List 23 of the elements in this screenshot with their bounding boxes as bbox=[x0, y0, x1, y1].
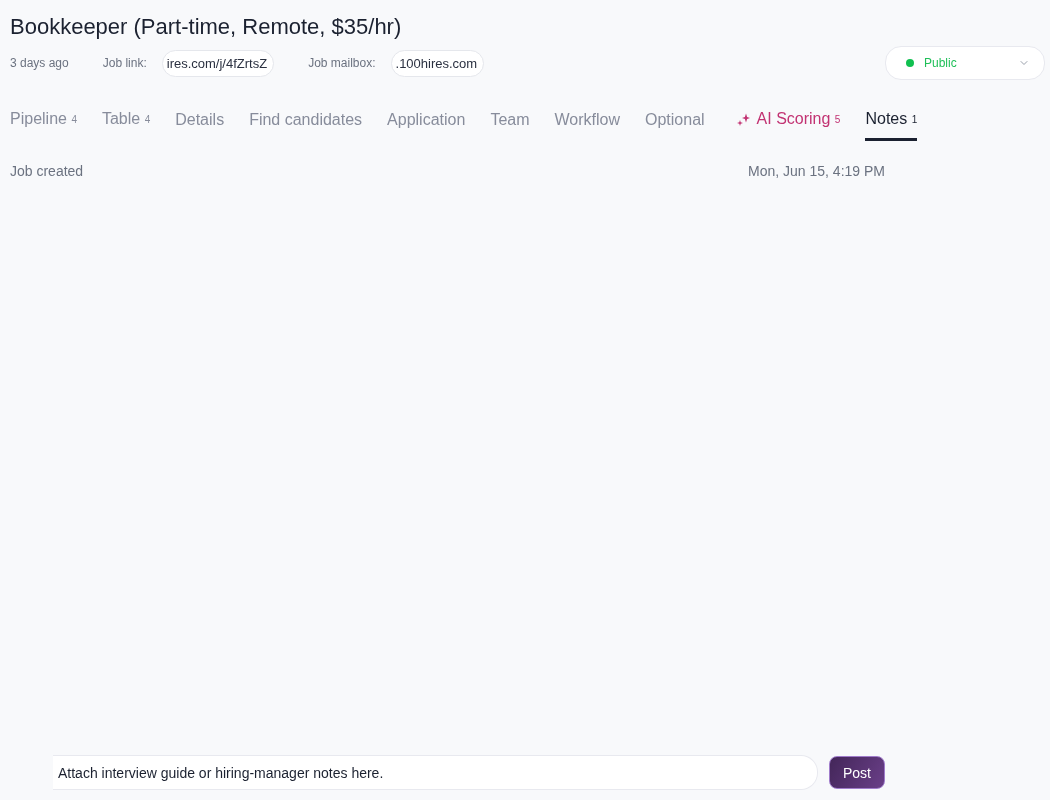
tab[interactable]: AI Scoring 5 bbox=[736, 108, 841, 141]
tab[interactable]: Team bbox=[490, 110, 530, 141]
tab[interactable]: Optional bbox=[645, 110, 705, 141]
tab[interactable]: Workflow bbox=[554, 110, 620, 141]
tab[interactable]: Table 4 bbox=[101, 108, 151, 141]
job-link-field[interactable]: ires.com/j/4fZrtsZ bbox=[161, 49, 275, 77]
field-label: Job link: bbox=[102, 56, 147, 70]
note-text: Job created bbox=[10, 162, 84, 180]
tab[interactable]: Find candidates bbox=[249, 110, 363, 141]
tab[interactable]: Notes 1 bbox=[865, 108, 918, 141]
posted-time: 3 days ago bbox=[10, 56, 69, 70]
tab[interactable]: Details bbox=[175, 110, 225, 141]
tab[interactable]: Pipeline 4 bbox=[10, 108, 77, 141]
status-dot-icon bbox=[906, 59, 914, 67]
sparkle-icon bbox=[736, 112, 750, 126]
post-button[interactable]: Post bbox=[829, 756, 885, 789]
note-time: Mon, Jun 15, 4:19 PM bbox=[748, 162, 885, 180]
field-label: Job mailbox: bbox=[308, 56, 376, 70]
mailbox-field[interactable]: .100hires.com bbox=[390, 49, 485, 77]
tab[interactable]: Application bbox=[387, 110, 466, 141]
page-title: Bookkeeper (Part-time, Remote, $35/hr) bbox=[10, 13, 403, 41]
visibility-dropdown[interactable]: Public bbox=[885, 46, 1045, 80]
note-input[interactable]: Attach interview guide or hiring-manager notes here. bbox=[53, 755, 818, 790]
